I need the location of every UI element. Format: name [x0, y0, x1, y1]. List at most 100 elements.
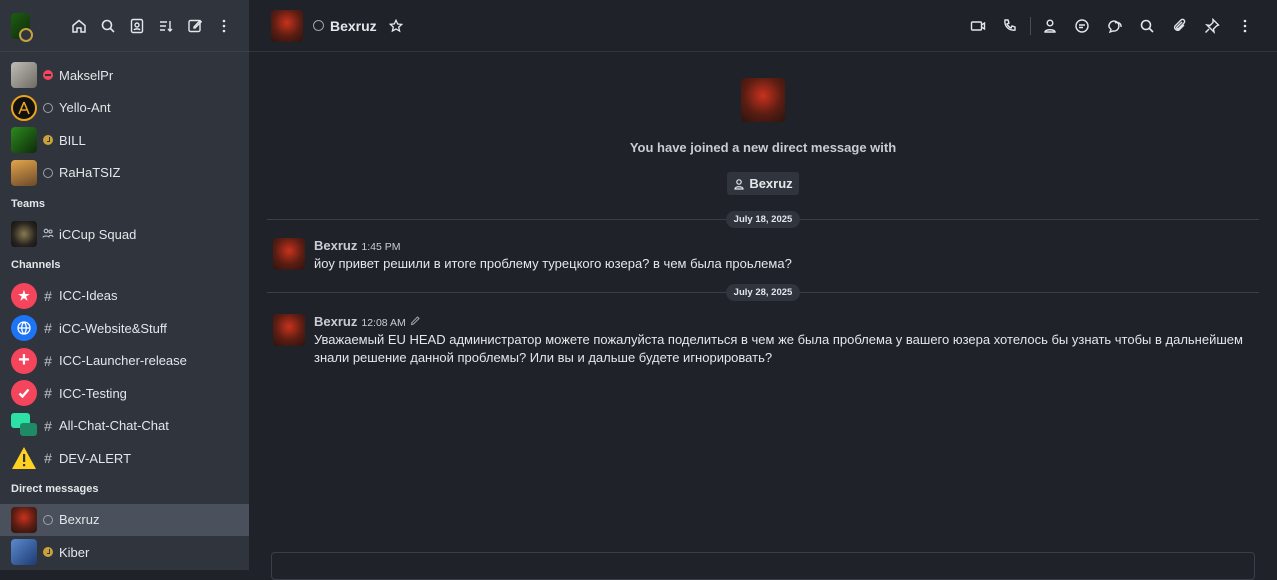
- sidebar-item-dm[interactable]: BILL: [0, 124, 249, 157]
- sidebar-item-channel[interactable]: # All-Chat-Chat-Chat: [0, 410, 249, 443]
- kebab-menu-icon[interactable]: [1229, 11, 1262, 41]
- warning-icon: [11, 445, 37, 471]
- attachment-icon[interactable]: [1164, 11, 1197, 41]
- avatar: [741, 78, 785, 122]
- message-header: Bexruz 12:08 AM: [314, 314, 1253, 329]
- star-icon: ★: [11, 282, 37, 309]
- room-header: Bexruz: [249, 0, 1277, 52]
- create-new-icon[interactable]: [180, 11, 209, 40]
- toolbar-divider: [1029, 17, 1031, 35]
- date-divider: July 28, 2025: [267, 282, 1259, 302]
- sidebar-item-dm[interactable]: Bexruz: [0, 503, 249, 536]
- sidebar-item-label: DEV-ALERT: [59, 450, 132, 466]
- room-intro: You have joined a new direct message wit…: [249, 52, 1277, 195]
- status-away-icon: [43, 547, 53, 558]
- sidebar-header: [0, 0, 249, 52]
- hash-icon: #: [44, 352, 52, 369]
- avatar: [11, 94, 37, 121]
- message-timestamp: 1:45 PM: [361, 241, 401, 253]
- sidebar-item-channel[interactable]: # ICC-Testing: [0, 377, 249, 410]
- message[interactable]: Bexruz 1:45 PM йоу привет решили в итоге…: [249, 238, 1277, 273]
- sidebar-item-label: All-Chat-Chat-Chat: [59, 418, 169, 434]
- sidebar-item-dm[interactable]: Kiber: [0, 536, 249, 569]
- phone-icon[interactable]: [994, 11, 1027, 41]
- message-header: Bexruz 1:45 PM: [314, 238, 792, 253]
- sidebar-item-channel[interactable]: + # ICC-Launcher-release: [0, 345, 249, 378]
- message-text: Уважаемый EU HEAD администратор можете п…: [314, 332, 1243, 365]
- directory-icon[interactable]: [122, 11, 151, 40]
- section-header-channels: Channels: [11, 259, 61, 271]
- sidebar-item-channel[interactable]: # DEV-ALERT: [0, 442, 249, 475]
- message-text: йоу привет решили в итоге проблему турец…: [314, 256, 792, 271]
- discussion-icon[interactable]: [1099, 11, 1132, 41]
- date-divider-label: July 18, 2025: [725, 210, 801, 228]
- chat-bubbles-icon: [11, 412, 37, 439]
- status-offline-icon: [313, 20, 324, 31]
- status-offline-icon: [43, 167, 53, 178]
- avatar: [11, 539, 37, 566]
- search-icon[interactable]: [1131, 11, 1164, 41]
- message-composer[interactable]: [271, 552, 1255, 580]
- search-icon[interactable]: [93, 11, 122, 40]
- date-divider-label: July 28, 2025: [725, 283, 801, 301]
- user-icon: [734, 178, 744, 190]
- message[interactable]: Bexruz 12:08 AM Уважаемый EU HEAD админи…: [249, 314, 1277, 367]
- sidebar-item-label: BILL: [59, 132, 86, 148]
- sidebar-item-label: RaHaTSIZ: [59, 165, 121, 181]
- sidebar-item-label: iCC-Website&Stuff: [59, 320, 167, 336]
- hash-icon: #: [44, 287, 52, 304]
- message-username[interactable]: Bexruz: [314, 238, 357, 253]
- avatar[interactable]: [273, 314, 305, 346]
- sidebar-room-list: MakselPr Yello-Ant BILL RaHaTSIZ Teams i…: [0, 53, 249, 570]
- user-info-icon[interactable]: [1034, 11, 1067, 41]
- hash-icon: #: [44, 417, 52, 434]
- home-icon[interactable]: [64, 11, 93, 40]
- sidebar-item-dm[interactable]: Yello-Ant: [0, 92, 249, 125]
- message-timestamp: 12:08 AM: [361, 317, 406, 329]
- plus-icon: +: [11, 347, 37, 374]
- intro-text: You have joined a new direct message wit…: [629, 140, 897, 155]
- message-body: Bexruz 12:08 AM Уважаемый EU HEAD админи…: [314, 314, 1253, 367]
- globe-icon: [11, 315, 37, 342]
- hash-icon: #: [44, 385, 52, 402]
- avatar: [11, 159, 37, 186]
- status-away-icon: [43, 135, 53, 146]
- threads-icon[interactable]: [1066, 11, 1099, 41]
- sidebar-item-channel[interactable]: # iCC-Website&Stuff: [0, 312, 249, 345]
- room-title[interactable]: Bexruz: [330, 18, 377, 34]
- avatar: [11, 506, 37, 533]
- date-divider: July 18, 2025: [267, 209, 1259, 229]
- status-offline-icon: [43, 514, 53, 525]
- sidebar-item-label: Bexruz: [59, 512, 100, 528]
- sidebar-item-channel[interactable]: ★ # ICC-Ideas: [0, 280, 249, 313]
- sidebar-item-label: Kiber: [59, 544, 90, 560]
- section-header-direct-messages: Direct messages: [11, 483, 99, 495]
- sidebar-item-team[interactable]: iCCup Squad: [0, 218, 249, 251]
- avatar: [11, 221, 37, 248]
- star-icon[interactable]: [388, 18, 403, 33]
- user-mention-label: Bexruz: [749, 176, 793, 191]
- pinned-icon[interactable]: [1196, 11, 1229, 41]
- sidebar-item-label: MakselPr: [59, 67, 114, 83]
- room-avatar[interactable]: [271, 9, 303, 42]
- checkmark-icon: [11, 380, 37, 407]
- user-mention-chip[interactable]: Bexruz: [727, 172, 799, 195]
- sidebar-item-label: ICC-Launcher-release: [59, 353, 187, 369]
- room-main: Bexruz You have joined a new direct mess…: [249, 0, 1277, 580]
- sidebar-item-label: iCCup Squad: [59, 226, 137, 242]
- logo-icon: [18, 101, 30, 115]
- my-avatar[interactable]: [11, 12, 33, 42]
- avatar: [11, 127, 37, 154]
- hash-icon: #: [44, 320, 52, 337]
- kebab-menu-icon[interactable]: [209, 11, 238, 40]
- avatar[interactable]: [273, 238, 305, 270]
- edited-icon: [410, 316, 420, 326]
- sort-icon[interactable]: [151, 11, 180, 40]
- sidebar-item-label: Yello-Ant: [59, 100, 111, 116]
- sidebar-item-label: ICC-Ideas: [59, 288, 118, 304]
- sidebar-toolbar: [64, 11, 238, 40]
- sidebar-item-dm[interactable]: MakselPr: [0, 59, 249, 92]
- message-username[interactable]: Bexruz: [314, 314, 357, 329]
- video-call-icon[interactable]: [962, 11, 995, 41]
- sidebar-item-dm[interactable]: RaHaTSIZ: [0, 157, 249, 190]
